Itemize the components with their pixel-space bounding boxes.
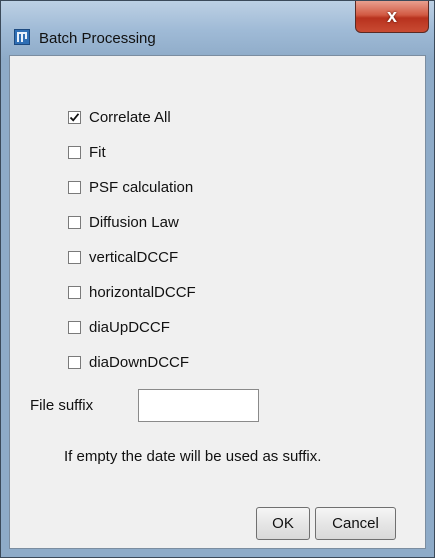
close-icon: x	[386, 6, 397, 26]
hint-text: If empty the date will be used as suffix…	[64, 448, 322, 465]
checkbox-box[interactable]	[68, 320, 81, 334]
checkbox-label: Correlate All	[89, 108, 171, 126]
checkbox-label: diaUpDCCF	[89, 318, 170, 336]
checkbox-box[interactable]	[68, 180, 81, 194]
close-button[interactable]: x	[355, 1, 429, 33]
checkbox-label: diaDownDCCF	[89, 353, 190, 371]
checkbox-psf-calculation[interactable]: PSF calculation	[68, 175, 193, 199]
checkbox-label: horizontalDCCF	[89, 283, 196, 301]
ok-button[interactable]: OK	[256, 507, 310, 540]
checkbox-horizontal-dccf[interactable]: horizontalDCCF	[68, 280, 196, 304]
title-bar[interactable]: Batch Processing x	[1, 1, 434, 47]
checkbox-diffusion-law[interactable]: Diffusion Law	[68, 210, 179, 234]
checkbox-fit[interactable]: Fit	[68, 140, 106, 164]
checkbox-box[interactable]	[68, 285, 81, 299]
app-icon	[14, 29, 30, 45]
checkmark-icon	[69, 112, 80, 122]
checkbox-box[interactable]	[68, 215, 81, 229]
file-suffix-input[interactable]	[138, 389, 259, 422]
checkbox-box[interactable]	[68, 145, 81, 159]
checkbox-box[interactable]	[68, 110, 81, 124]
checkbox-label: PSF calculation	[89, 178, 194, 196]
checkbox-label: verticalDCCF	[89, 248, 179, 266]
checkbox-label: Diffusion Law	[89, 213, 179, 231]
checkbox-dia-up-dccf[interactable]: diaUpDCCF	[68, 315, 170, 339]
dialog-content: Correlate All Fit PSF calculation Diffus…	[9, 55, 426, 549]
checkbox-vertical-dccf[interactable]: verticalDCCF	[68, 245, 178, 269]
cancel-button[interactable]: Cancel	[315, 507, 396, 540]
checkbox-box[interactable]	[68, 355, 81, 369]
checkbox-box[interactable]	[68, 250, 81, 264]
checkbox-label: Fit	[89, 143, 106, 161]
checkbox-correlate-all[interactable]: Correlate All	[68, 105, 171, 129]
window-title: Batch Processing	[39, 30, 156, 47]
batch-processing-window: Batch Processing x Correlate All Fit PSF…	[0, 0, 435, 558]
checkbox-dia-down-dccf[interactable]: diaDownDCCF	[68, 350, 189, 374]
file-suffix-label: File suffix	[30, 397, 94, 414]
